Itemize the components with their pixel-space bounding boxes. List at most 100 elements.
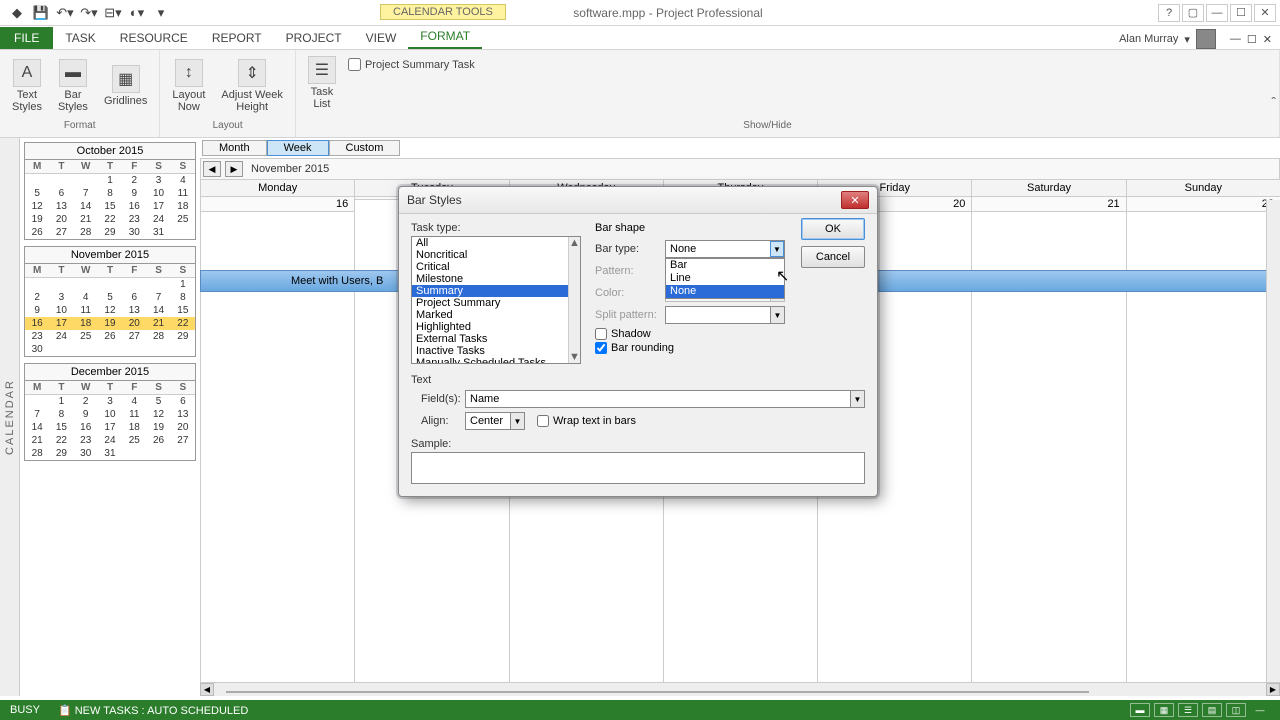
split-pattern-combo[interactable]: ▼	[665, 306, 785, 324]
project-summary-check[interactable]	[348, 58, 361, 71]
status-busy: BUSY	[10, 704, 40, 716]
task-type-item[interactable]: Milestone	[412, 273, 580, 285]
tab-report[interactable]: REPORT	[200, 27, 274, 49]
dialog-close-icon[interactable]: ✕	[841, 191, 869, 209]
window-title: software.mpp - Project Professional	[178, 6, 1158, 20]
maximize-icon[interactable]: ☐	[1230, 4, 1252, 22]
month-view-button[interactable]: Month	[202, 140, 267, 156]
dd-item-none[interactable]: None	[666, 285, 784, 298]
user-area: Alan Murray ▾ — ☐ ✕	[1119, 29, 1280, 49]
list-scrollbar[interactable]: ▲▼	[568, 237, 580, 363]
prev-week-icon[interactable]: ◀	[203, 161, 221, 177]
bar-styles-button[interactable]: ▬BarStyles	[54, 57, 92, 115]
scroll-right-icon[interactable]: ▶	[1266, 683, 1280, 696]
minimize-icon[interactable]: —	[1206, 4, 1228, 22]
view-gantt-icon[interactable]: ▬	[1130, 703, 1150, 717]
gridlines-button[interactable]: ▦Gridlines	[100, 63, 151, 109]
view-toolbar: Month Week Custom	[200, 138, 1280, 158]
save-icon[interactable]: 💾	[32, 4, 50, 22]
app-icon[interactable]: ◆	[8, 4, 26, 22]
window-controls: ? ▢ — ☐ ✕	[1158, 4, 1280, 22]
bar-shape-block: Bar shape Bar type: None▼ Bar Line None …	[595, 222, 865, 364]
bar-type-combo[interactable]: None▼	[665, 240, 785, 258]
ribbon: ATextStyles ▬BarStyles ▦Gridlines Format…	[0, 50, 1280, 138]
task-type-item[interactable]: Manually Scheduled Tasks	[412, 357, 580, 364]
sample-preview	[411, 452, 865, 484]
task-type-item[interactable]: Noncritical	[412, 249, 580, 261]
layout-now-button[interactable]: ↕LayoutNow	[168, 57, 209, 115]
file-tab[interactable]: FILE	[0, 27, 53, 49]
close-icon[interactable]: ✕	[1254, 4, 1276, 22]
undo-icon[interactable]: ↶▾	[56, 4, 74, 22]
task-type-item[interactable]: Critical	[412, 261, 580, 273]
redo-icon[interactable]: ↷▾	[80, 4, 98, 22]
scroll-left-icon[interactable]: ◀	[200, 683, 214, 696]
dd-item-bar[interactable]: Bar	[666, 259, 784, 272]
current-period: November 2015	[247, 163, 1277, 175]
bar-type-dropdown[interactable]: Bar Line None	[665, 258, 785, 299]
date-nav-bar: ◀ ▶ November 2015	[200, 158, 1280, 180]
tab-task[interactable]: TASK	[53, 27, 107, 49]
group-layout: ↕LayoutNow ⇕Adjust WeekHeight Layout	[160, 50, 296, 137]
fields-combo[interactable]: Name▼	[465, 390, 865, 408]
mini-cal-november[interactable]: November 2015 MTWTFSS1234567891011121314…	[24, 246, 196, 357]
filter-icon[interactable]: ◐▾	[128, 4, 146, 22]
doc-minimize-icon[interactable]: —	[1230, 33, 1241, 45]
task-type-item[interactable]: Marked	[412, 309, 580, 321]
task-list-button[interactable]: ☰TaskList	[304, 54, 340, 112]
tab-view[interactable]: VIEW	[354, 27, 409, 49]
project-summary-checkbox[interactable]: Project Summary Task	[348, 58, 475, 71]
task-type-item[interactable]: Inactive Tasks	[412, 345, 580, 357]
tab-resource[interactable]: RESOURCE	[108, 27, 200, 49]
user-name: Alan Murray	[1119, 33, 1178, 45]
text-styles-button[interactable]: ATextStyles	[8, 57, 46, 115]
mini-cal-december[interactable]: December 2015 MTWTFSS1234567891011121314…	[24, 363, 196, 461]
task-type-block: Task type: AllNoncriticalCriticalMilesto…	[411, 222, 581, 364]
task-type-item[interactable]: All	[412, 237, 580, 249]
dialog-titlebar[interactable]: Bar Styles ✕	[399, 187, 877, 214]
combo-arrow-icon[interactable]: ▼	[770, 241, 784, 257]
ribbon-opts-icon[interactable]: ▢	[1182, 4, 1204, 22]
zoom-out-icon[interactable]: —	[1250, 703, 1270, 717]
scroll-thumb[interactable]	[226, 691, 1089, 693]
user-menu-icon[interactable]: ▾	[1184, 33, 1190, 46]
vertical-scrollbar[interactable]	[1266, 200, 1280, 682]
task-type-list[interactable]: AllNoncriticalCriticalMilestoneSummaryPr…	[411, 236, 581, 364]
month-panel: October 2015 MTWTFSS12345678910111213141…	[20, 138, 200, 696]
custom-view-button[interactable]: Custom	[329, 140, 401, 156]
view-usage-icon[interactable]: ▦	[1154, 703, 1174, 717]
group-showhide: ☰TaskList Project Summary Task Show/Hide	[296, 50, 1280, 137]
shadow-checkbox[interactable]: Shadow	[595, 328, 785, 340]
avatar[interactable]	[1196, 29, 1216, 49]
help-icon[interactable]: ?	[1158, 4, 1180, 22]
tab-project[interactable]: PROJECT	[274, 27, 354, 49]
quick-access-toolbar: ◆ 💾 ↶▾ ↷▾ ⊟▾ ◐▾ ▾	[0, 4, 178, 22]
doc-restore-icon[interactable]: ☐	[1247, 33, 1257, 46]
task-type-item[interactable]: Highlighted	[412, 321, 580, 333]
task-type-item[interactable]: Summary	[412, 285, 580, 297]
calendar-sidebar-tab[interactable]: CALENDAR	[0, 138, 20, 696]
contextual-tab-label: CALENDAR TOOLS	[380, 4, 506, 20]
collapse-ribbon-icon[interactable]: ˆ	[1271, 94, 1276, 110]
tab-format[interactable]: FORMAT	[408, 25, 482, 49]
dd-item-line[interactable]: Line	[666, 272, 784, 285]
adjust-week-height-button[interactable]: ⇕Adjust WeekHeight	[217, 57, 287, 115]
wrap-text-checkbox[interactable]: Wrap text in bars	[537, 415, 636, 427]
link-icon[interactable]: ⊟▾	[104, 4, 122, 22]
align-combo[interactable]: Center▼	[465, 412, 525, 430]
view-team-icon[interactable]: ☰	[1178, 703, 1198, 717]
task-type-item[interactable]: Project Summary	[412, 297, 580, 309]
qat-customize-icon[interactable]: ▾	[152, 4, 170, 22]
status-new-tasks: 📋 NEW TASKS : AUTO SCHEDULED	[58, 704, 248, 717]
group-format: ATextStyles ▬BarStyles ▦Gridlines Format	[0, 50, 160, 137]
task-type-item[interactable]: External Tasks	[412, 333, 580, 345]
week-view-button[interactable]: Week	[267, 140, 329, 156]
view-report-icon[interactable]: ◫	[1226, 703, 1246, 717]
mini-cal-october[interactable]: October 2015 MTWTFSS12345678910111213141…	[24, 142, 196, 240]
horizontal-scrollbar[interactable]: ◀ ▶	[200, 682, 1280, 696]
view-resource-icon[interactable]: ▤	[1202, 703, 1222, 717]
next-week-icon[interactable]: ▶	[225, 161, 243, 177]
doc-close-icon[interactable]: ✕	[1263, 33, 1272, 46]
statusbar: BUSY 📋 NEW TASKS : AUTO SCHEDULED ▬ ▦ ☰ …	[0, 700, 1280, 720]
bar-rounding-checkbox[interactable]: Bar rounding	[595, 342, 785, 354]
